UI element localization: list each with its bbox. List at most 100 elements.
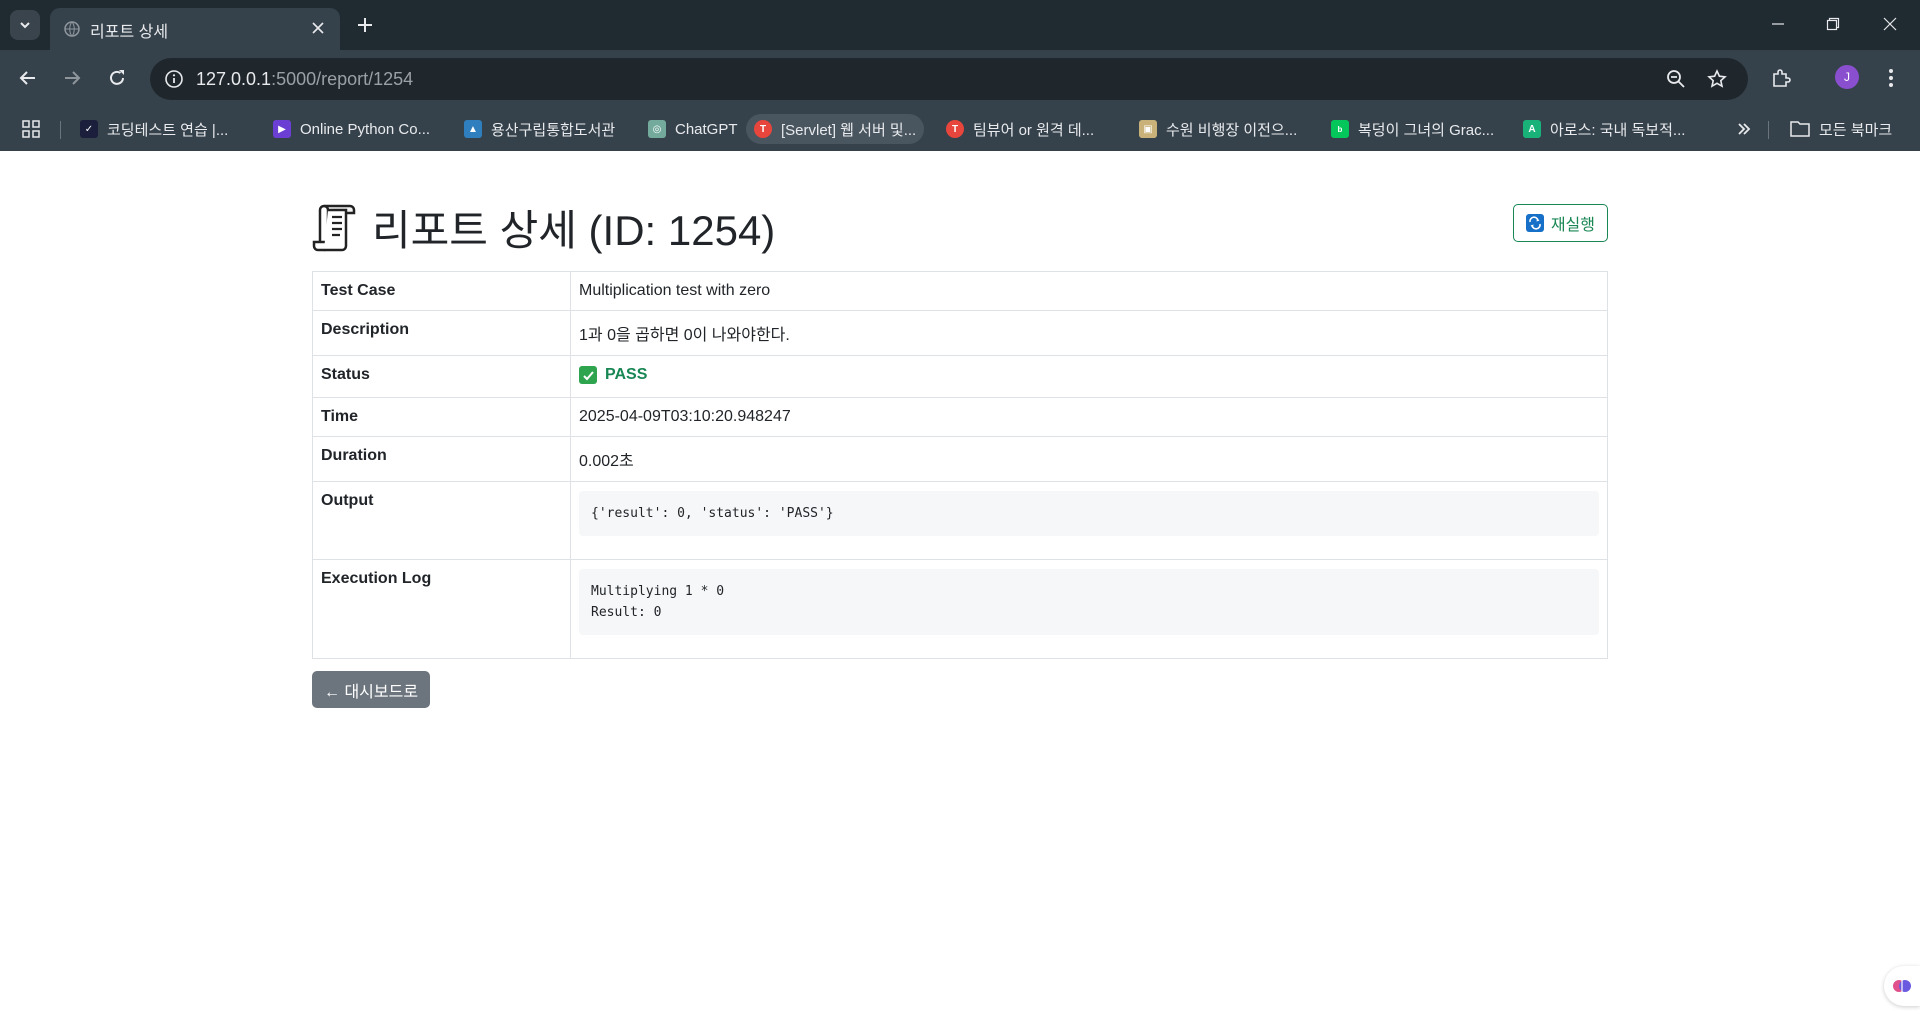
table-row: Test Case Multiplication test with zero: [312, 271, 1608, 311]
site-info-button[interactable]: [162, 67, 186, 91]
reload-icon: [110, 70, 124, 85]
bookmark-favicon-icon: T: [754, 120, 772, 138]
bookmarks-divider: [60, 121, 61, 139]
report-table: Test Case Multiplication test with zero …: [312, 271, 1608, 659]
status-value: PASS: [605, 366, 648, 383]
bookmark-label: Online Python Co...: [300, 120, 431, 138]
bookmark-favicon-icon: ◎: [648, 120, 666, 138]
brain-icon: [1893, 980, 1911, 992]
table-row: Duration 0.002초: [312, 435, 1608, 482]
reload-button[interactable]: [101, 62, 133, 94]
bookmark-item[interactable]: ◎ ChatGPT: [640, 114, 746, 144]
all-bookmarks-label: 모든 북마크: [1819, 121, 1893, 139]
bookmark-label: 팀뷰어 or 원격 데...: [973, 121, 1095, 139]
forward-nav-button[interactable]: [56, 62, 88, 94]
close-icon: [1883, 17, 1897, 31]
back-to-dashboard-button[interactable]: ← 대시보드로: [312, 671, 431, 708]
url-text: 127.0.0.1:5000/report/1254: [196, 69, 413, 90]
tab-close-button[interactable]: [306, 16, 330, 40]
star-icon: [1707, 69, 1727, 88]
status-cell: PASS: [570, 355, 1608, 398]
page-title: 리포트 상세 (ID: 1254): [312, 197, 775, 258]
url-host: 127.0.0.1: [196, 69, 272, 89]
new-tab-button[interactable]: [352, 12, 378, 38]
more-bookmarks-button[interactable]: [1728, 114, 1760, 144]
bookmark-item[interactable]: ✓ 코딩테스트 연습 |...: [72, 114, 236, 144]
repeat-icon: [1525, 214, 1544, 232]
execution-log-cell: Multiplying 1 * 0 Result: 0: [570, 558, 1608, 659]
rerun-label: 재실행: [1550, 217, 1595, 234]
restore-button[interactable]: [1813, 8, 1853, 40]
bookmark-label: ChatGPT: [675, 120, 738, 138]
row-key: Description: [312, 310, 571, 356]
bookmark-item[interactable]: T [Servlet] 웹 서버 및...: [746, 114, 925, 144]
chevron-down-icon: [20, 22, 30, 29]
bookmark-item[interactable]: ▲ 용산구립통합도서관: [456, 114, 623, 144]
bookmark-item[interactable]: T 팀뷰어 or 원격 데...: [938, 114, 1102, 144]
time-value: 2025-04-09T03:10:20.948247: [570, 396, 1608, 437]
bookmark-favicon-icon: ▶: [273, 120, 291, 138]
execution-log-code-block: Multiplying 1 * 0 Result: 0: [579, 568, 1599, 635]
table-row: Time 2025-04-09T03:10:20.948247: [312, 396, 1608, 437]
bookmark-favicon-icon: T: [946, 120, 964, 138]
url-path: :5000/report/1254: [271, 69, 414, 89]
bookmark-favicon-icon: ▣: [1139, 120, 1157, 138]
profile-avatar[interactable]: J: [1835, 65, 1859, 89]
bookmark-favicon-icon: ▲: [464, 120, 482, 138]
minimize-button[interactable]: [1758, 8, 1798, 40]
bookmarks-bar: ✓ 코딩테스트 연습 |... ▶ Online Python Co... ▲ …: [0, 107, 1920, 151]
bookmark-item[interactable]: b 복덩이 그녀의 Grac...: [1323, 114, 1502, 144]
bookmark-label: 복덩이 그녀의 Grac...: [1358, 121, 1495, 139]
status-badge: PASS: [579, 366, 647, 384]
bookmark-favicon-icon: ✓: [80, 120, 98, 138]
arrow-left-icon: [19, 71, 35, 85]
close-window-button[interactable]: [1870, 8, 1910, 40]
floating-extension-button[interactable]: [1884, 966, 1920, 1006]
row-key: Time: [312, 396, 571, 437]
scroll-icon: [312, 204, 356, 251]
check-mark-icon: [579, 366, 597, 384]
duration-value: 0.002초: [570, 435, 1608, 482]
tab-title: 리포트 상세: [90, 24, 169, 41]
test-case-value: Multiplication test with zero: [570, 271, 1608, 311]
bookmark-item[interactable]: ▣ 수원 비행장 이전으...: [1131, 114, 1305, 144]
bookmark-label: 코딩테스트 연습 |...: [107, 121, 229, 139]
extensions-button[interactable]: [1765, 62, 1797, 94]
folder-icon: [1790, 121, 1810, 137]
description-value: 1과 0을 곱하면 0이 나와야한다.: [570, 310, 1608, 356]
browser-toolbar: 127.0.0.1:5000/report/1254: [0, 50, 1920, 107]
zoom-button[interactable]: [1664, 67, 1688, 91]
apps-grid-icon: [22, 120, 40, 138]
bookmark-label: 수원 비행장 이전으...: [1166, 121, 1298, 139]
bookmark-item[interactable]: ▶ Online Python Co...: [265, 114, 438, 144]
table-row: Output {'result': 0, 'status': 'PASS'}: [312, 480, 1608, 560]
row-key: Output: [312, 480, 571, 560]
bookmark-favicon-icon: A: [1523, 120, 1541, 138]
all-bookmarks-button[interactable]: 모든 북마크: [1782, 114, 1900, 144]
browser-tab[interactable]: 리포트 상세: [50, 8, 340, 50]
globe-icon: [64, 21, 80, 37]
more-vert-icon: [1889, 69, 1893, 87]
browser-menu-button[interactable]: [1875, 62, 1907, 94]
plus-icon: [358, 18, 372, 32]
tab-search-button[interactable]: [10, 10, 40, 40]
apps-button[interactable]: [14, 114, 48, 144]
restore-icon: [1826, 17, 1840, 31]
table-row: Execution Log Multiplying 1 * 0 Result: …: [312, 558, 1608, 659]
bookmark-label: 아로스: 국내 독보적...: [1550, 121, 1686, 139]
bookmark-label: [Servlet] 웹 서버 및...: [781, 121, 917, 139]
zoom-out-icon: [1667, 70, 1685, 88]
row-key: Test Case: [312, 271, 571, 311]
minimize-icon: [1772, 23, 1784, 25]
rerun-button[interactable]: 재실행: [1512, 204, 1608, 242]
bookmark-item[interactable]: A 아로스: 국내 독보적...: [1515, 114, 1693, 144]
bookmark-star-button[interactable]: [1705, 67, 1729, 91]
arrow-right-icon: [65, 71, 81, 85]
close-icon: [312, 22, 324, 34]
table-row: Status PASS: [312, 355, 1608, 398]
row-key: Duration: [312, 435, 571, 482]
row-key: Execution Log: [312, 558, 571, 659]
address-bar[interactable]: 127.0.0.1:5000/report/1254: [150, 58, 1748, 100]
back-nav-button[interactable]: [12, 62, 44, 94]
output-cell: {'result': 0, 'status': 'PASS'}: [570, 480, 1608, 560]
